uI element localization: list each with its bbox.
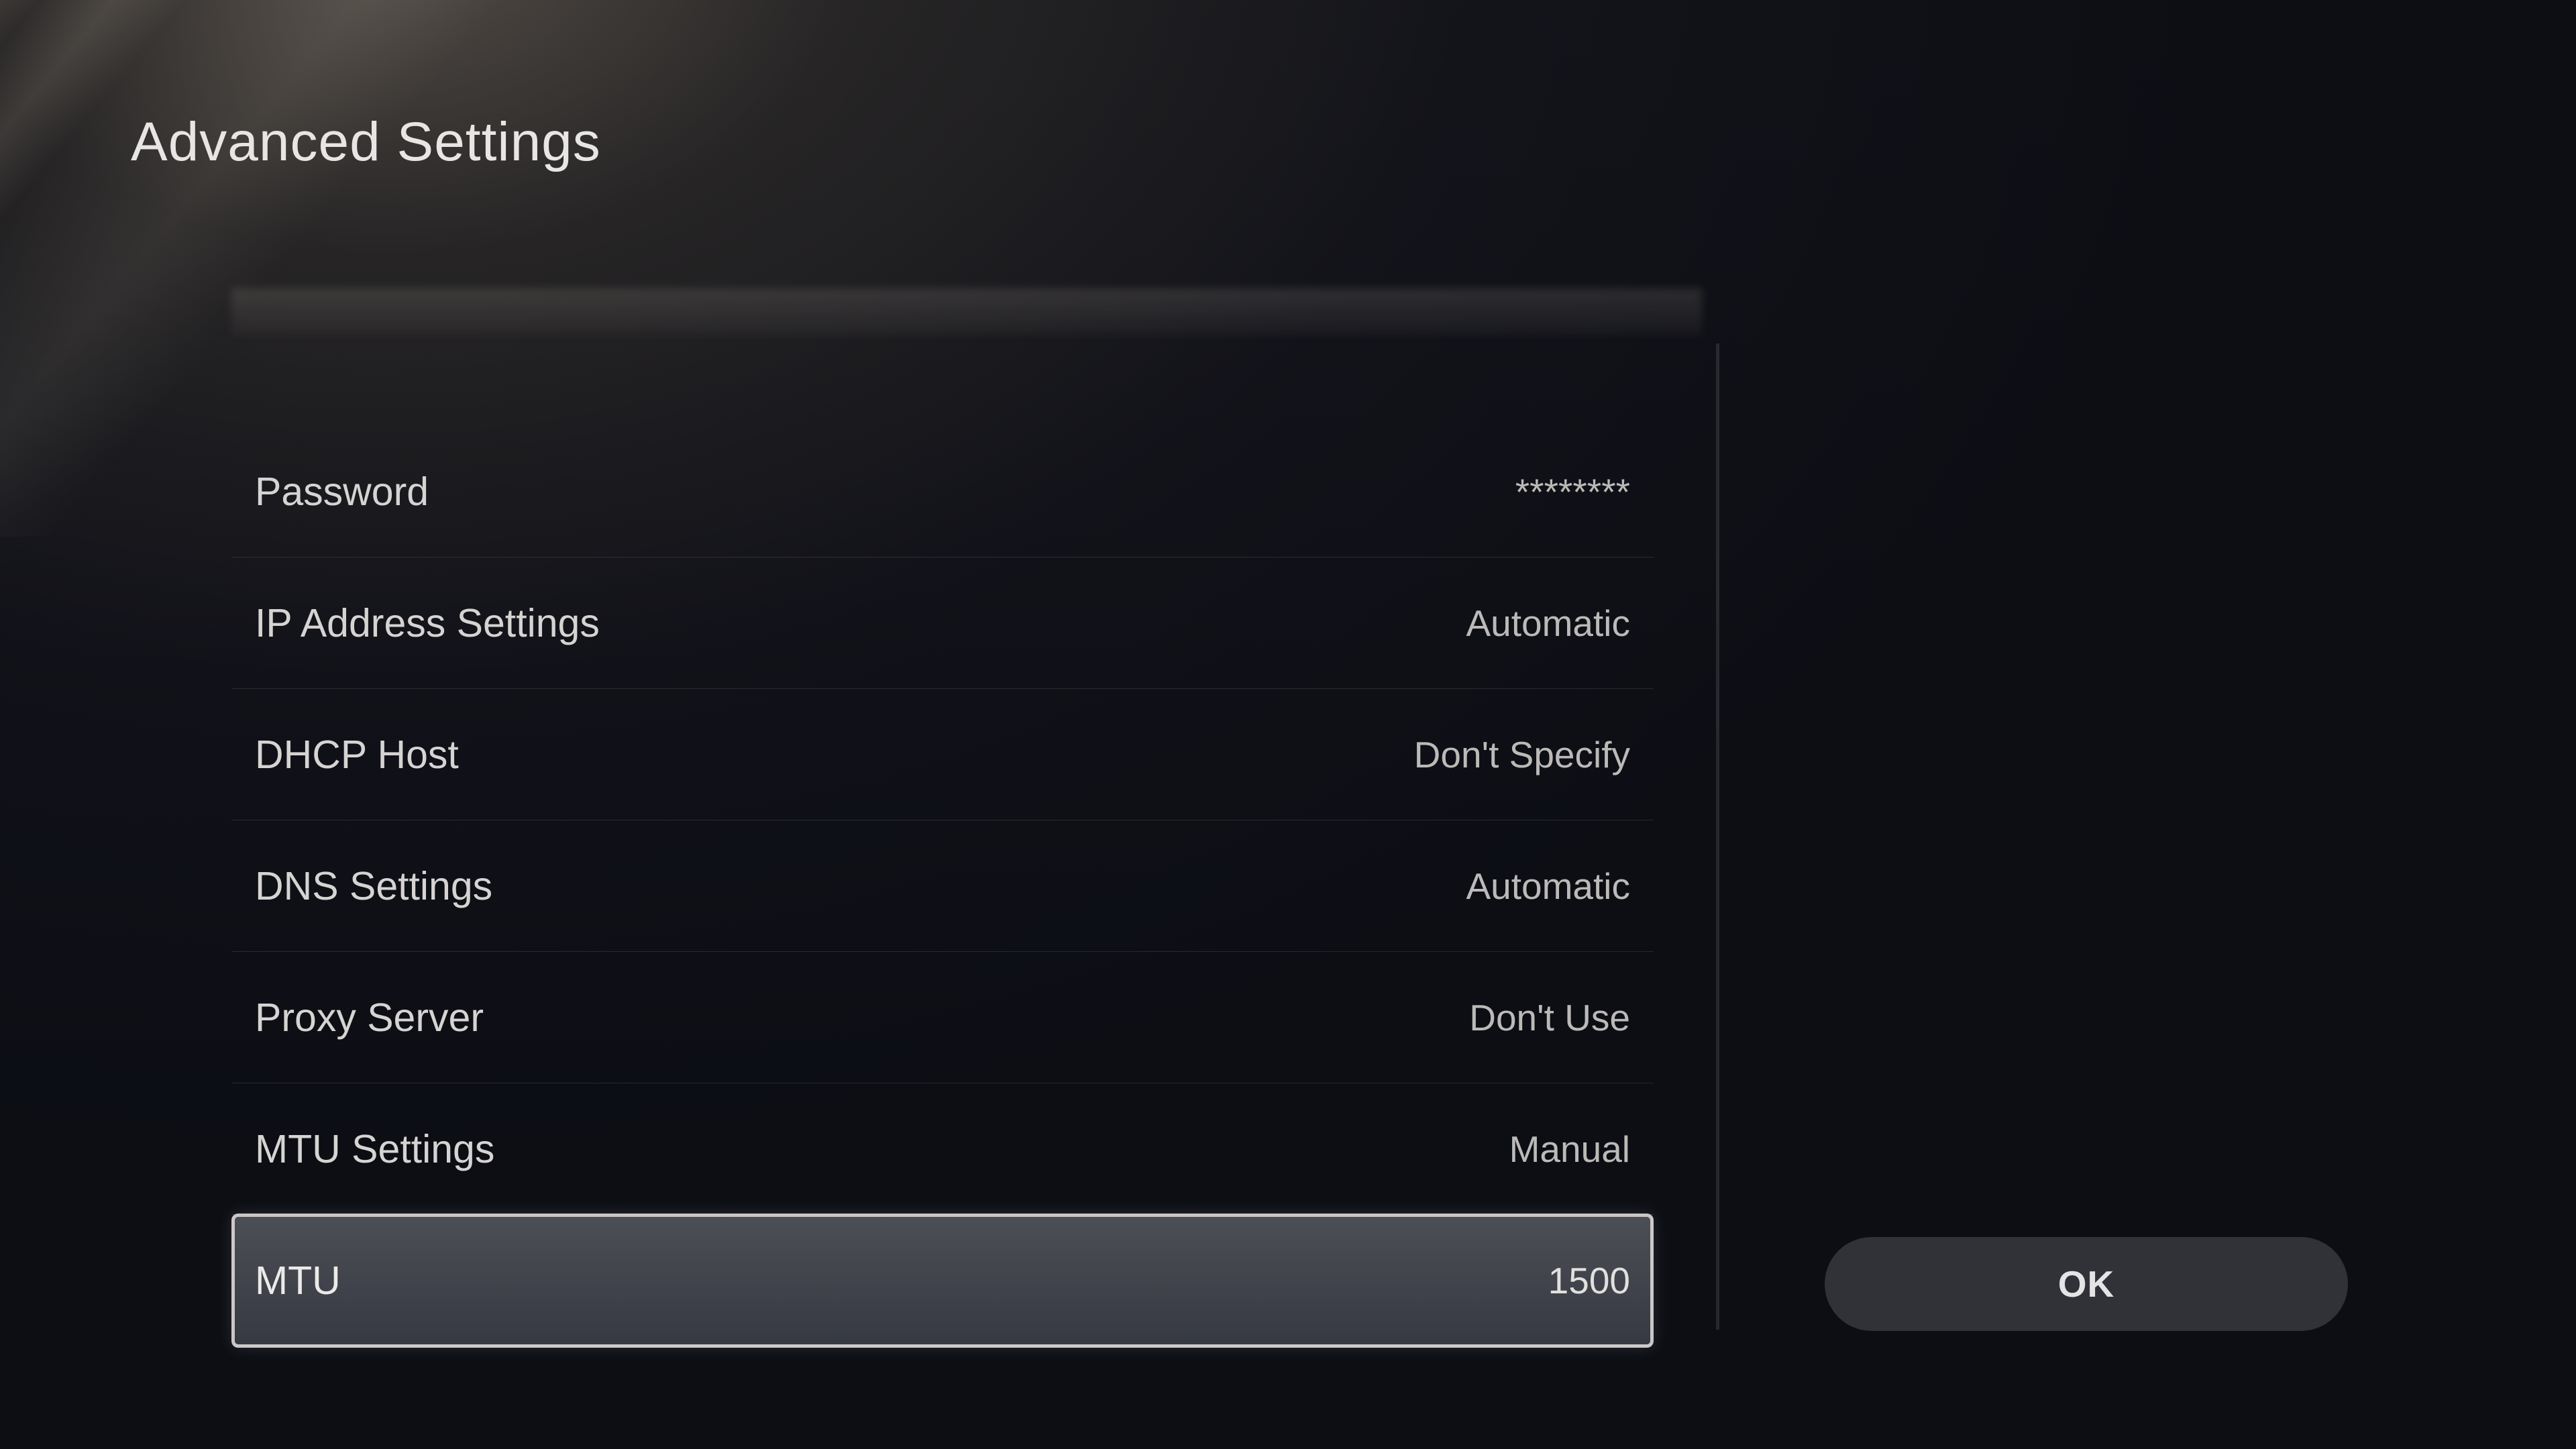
page-title: Advanced Settings [131, 111, 601, 174]
row-label: Proxy Server [255, 995, 484, 1040]
row-value: Manual [1509, 1128, 1630, 1171]
settings-row-mtu-settings[interactable]: MTU Settings Manual [231, 1083, 1654, 1215]
row-label: MTU [255, 1258, 341, 1303]
settings-row-ip-address[interactable]: IP Address Settings Automatic [231, 557, 1654, 689]
row-value: Don't Specify [1414, 733, 1630, 776]
row-label: DNS Settings [255, 863, 492, 909]
settings-list: Password ******** IP Address Settings Au… [231, 426, 1654, 1348]
settings-panel: Password ******** IP Address Settings Au… [231, 288, 1702, 1348]
settings-row-mtu[interactable]: MTU 1500 [231, 1214, 1654, 1348]
settings-row-dhcp-host[interactable]: DHCP Host Don't Specify [231, 689, 1654, 820]
row-label: Password [255, 469, 429, 515]
row-value: Automatic [1466, 602, 1630, 645]
row-label: MTU Settings [255, 1126, 494, 1172]
ok-button-label: OK [2058, 1263, 2115, 1305]
row-value: 1500 [1548, 1259, 1630, 1302]
scrollbar[interactable] [1716, 343, 1719, 1330]
row-label: DHCP Host [255, 732, 459, 777]
settings-row-password[interactable]: Password ******** [231, 426, 1654, 557]
row-value: ******** [1515, 470, 1630, 513]
ok-button[interactable]: OK [1825, 1237, 2348, 1331]
settings-row-dns[interactable]: DNS Settings Automatic [231, 820, 1654, 952]
partial-row-top [231, 288, 1702, 335]
row-value: Don't Use [1469, 996, 1630, 1039]
row-label: IP Address Settings [255, 600, 600, 646]
settings-row-proxy[interactable]: Proxy Server Don't Use [231, 952, 1654, 1083]
row-value: Automatic [1466, 865, 1630, 908]
